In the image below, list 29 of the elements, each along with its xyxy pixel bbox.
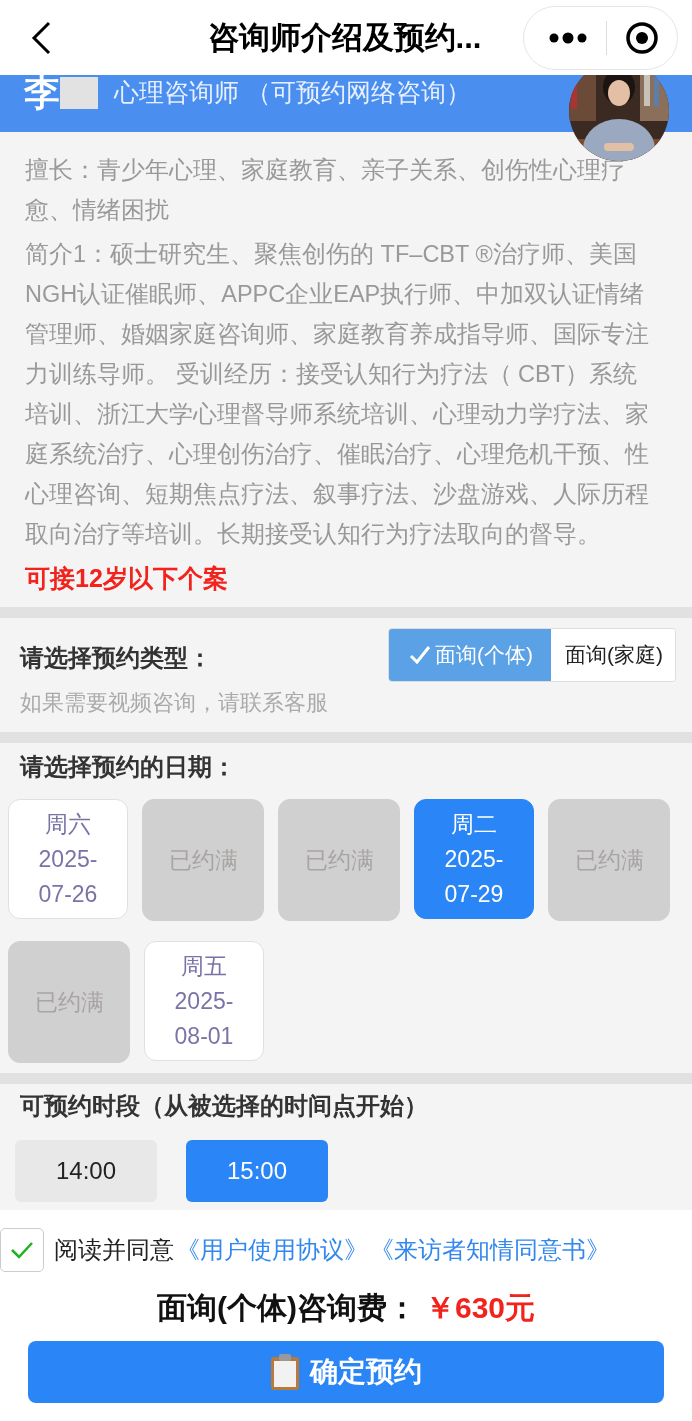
more-icon[interactable] — [548, 30, 588, 45]
fee-value: ￥630元 — [424, 1291, 535, 1324]
date-option[interactable]: 周六 2025-07-26 — [8, 799, 128, 919]
close-mini-program-icon[interactable] — [625, 20, 659, 55]
redaction-mark — [60, 76, 98, 109]
section-title: 可预约时段（从被选择的时间点开始） — [19, 1091, 429, 1121]
age-note: 可接12岁以下个案 — [25, 563, 229, 594]
section-title: 请选择预约类型： — [20, 643, 213, 673]
hint-text: 如果需要视频咨询，请联系客服 — [20, 689, 328, 717]
intro-text: 简介1：硕士研究生、聚焦创伤的 TF–CBT ®治疗师、美国NGH认证催眠师、APPC企业EAP执行师、中加双认证情绪管理师、婚姻家庭咨询师、家庭教育养成指导师、国际专注力训练导师。 受训经历：接受认知行为疗法（ CBT）系统培训、浙江大学心理督导师系统培训、心理动力学疗法、家庭系统治疗、心理创伤治疗、催眠治疗、心理危机干预、性心理咨询、短期焦点疗法、叙事疗法、沙盘游戏、人际历程取向治疗等培训。长期接受认知行为疗法取向的督导。 — [25, 240, 650, 549]
date-option[interactable]: 周二 2025-07-29 — [414, 799, 534, 919]
time-slot[interactable]: 14:00 — [15, 1140, 157, 1202]
type-option[interactable]: 面询(个体) — [389, 629, 551, 681]
clipboard-icon — [270, 1353, 300, 1391]
date-option[interactable]: 周五 2025-08-01 — [144, 941, 264, 1061]
counselor-role: 心理咨询师 （可预约网络咨询） — [114, 77, 471, 108]
agreement-link[interactable]: 《来访者知情同意书》 — [370, 1234, 610, 1266]
check-icon — [10, 1240, 34, 1260]
page-title: 咨询师介绍及预约... — [206, 18, 483, 57]
agree-text: 阅读并同意 — [54, 1235, 174, 1265]
confirm-button[interactable]: 确定预约 — [28, 1341, 664, 1403]
agree-checkbox[interactable] — [0, 1228, 44, 1272]
section-title: 请选择预约的日期： — [18, 752, 237, 782]
check-icon — [409, 645, 431, 665]
type-option[interactable]: 面询(家庭) — [551, 629, 675, 681]
agreement-link[interactable]: 《用户使用协议》 — [176, 1234, 368, 1266]
back-icon[interactable] — [30, 20, 52, 55]
fee-label: 面询(个体)咨询费： — [156, 1291, 417, 1324]
time-slot[interactable]: 15:00 — [186, 1140, 328, 1202]
